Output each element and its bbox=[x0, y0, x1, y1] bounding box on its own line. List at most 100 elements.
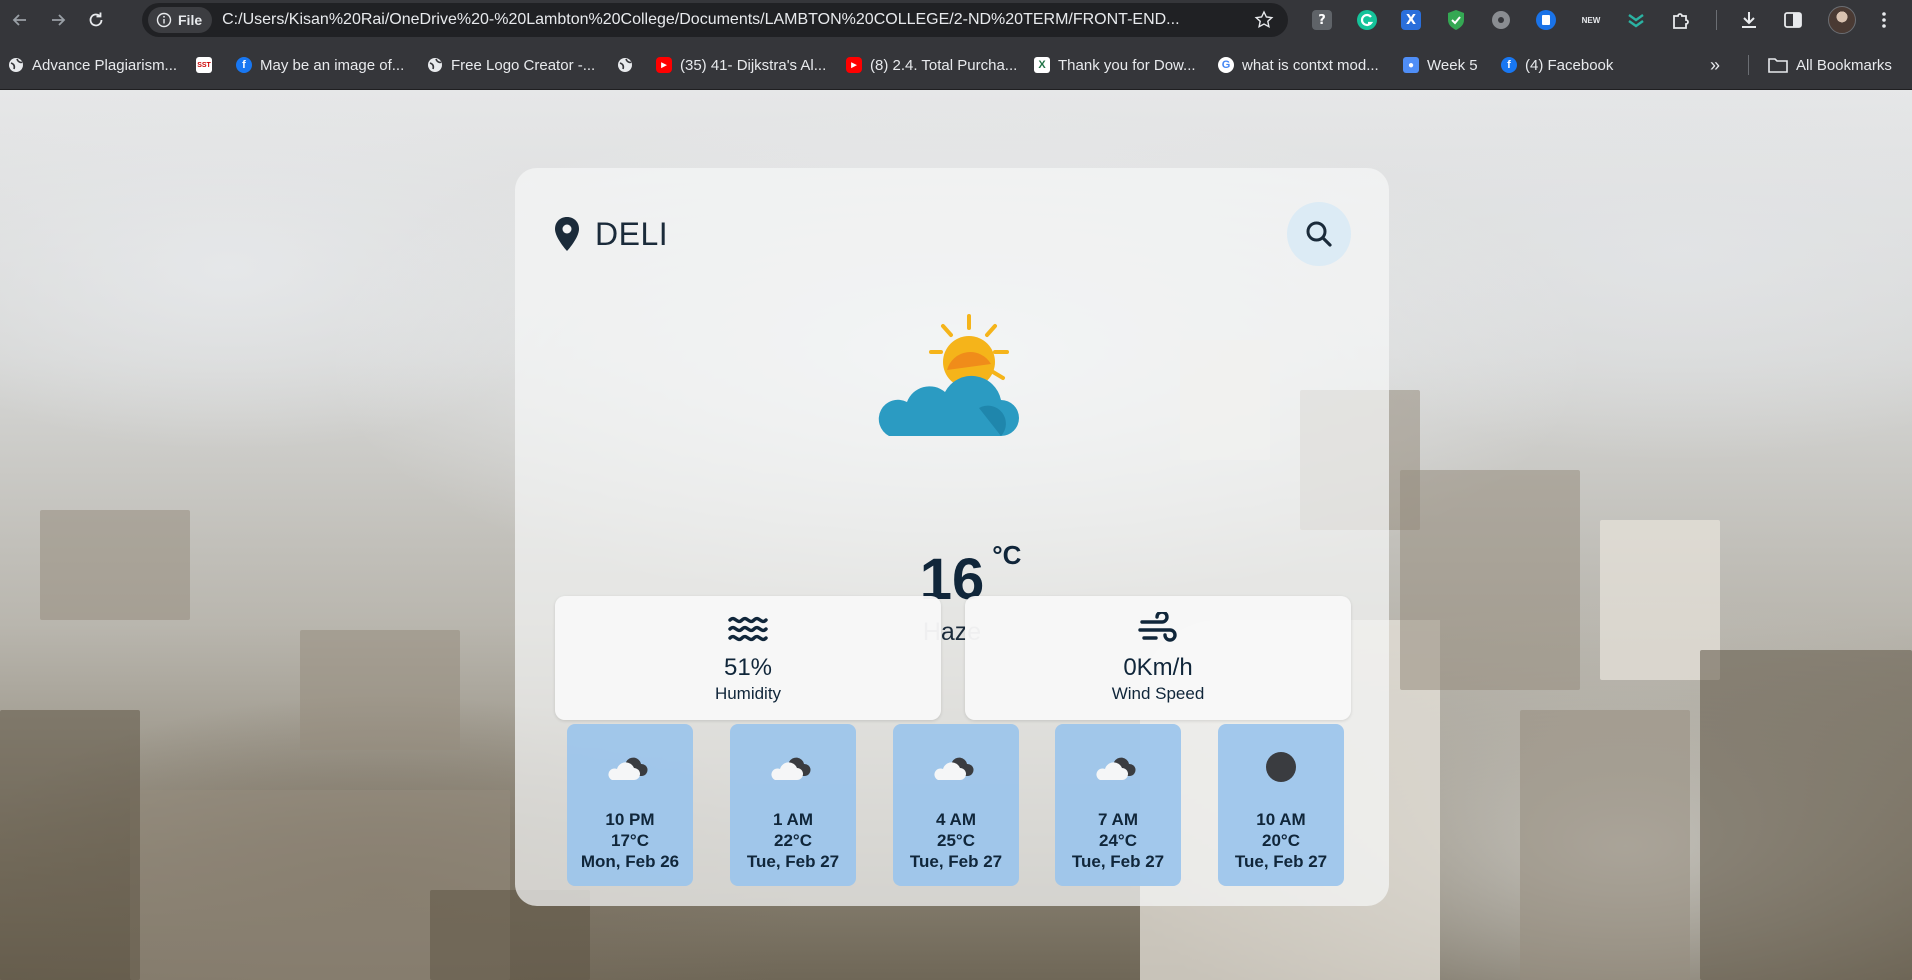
reload-button[interactable] bbox=[78, 2, 114, 38]
page-viewport: DELI 16 °C Haze 51% Humidity 0Km/h Wind … bbox=[0, 90, 1912, 980]
forecast-time: 1 AM bbox=[773, 810, 813, 829]
search-button[interactable] bbox=[1287, 202, 1351, 266]
back-arrow-icon bbox=[12, 14, 26, 26]
site-info-chip[interactable]: File bbox=[148, 7, 213, 33]
forecast-time: 10 AM bbox=[1256, 810, 1306, 829]
sst-icon: SST bbox=[196, 57, 212, 73]
bookmark-item[interactable]: Advance Plagiarism... bbox=[8, 55, 177, 75]
address-bar[interactable]: File C:/Users/Kisan%20Rai/OneDrive%20-%2… bbox=[142, 3, 1288, 37]
forecast-time: 10 PM bbox=[605, 810, 655, 829]
pin-ext-icon[interactable] bbox=[1624, 8, 1648, 32]
back-button[interactable] bbox=[2, 2, 38, 38]
bookmark-label: Thank you for Dow... bbox=[1058, 56, 1196, 74]
music-icon[interactable] bbox=[1489, 8, 1513, 32]
bookmark-item[interactable]: ▶ (8) 2.4. Total Purcha... bbox=[846, 55, 1017, 75]
download-arrow-icon bbox=[1742, 12, 1756, 28]
all-bookmarks-button[interactable]: All Bookmarks bbox=[1768, 55, 1892, 75]
avatar[interactable] bbox=[1828, 6, 1856, 34]
wind-speed-label: Wind Speed bbox=[1111, 684, 1205, 703]
bookmark-item[interactable]: G what is contxt mod... bbox=[1218, 55, 1379, 75]
cloud-icon bbox=[934, 757, 974, 780]
wind-speed-value: 0Km/h bbox=[1123, 654, 1193, 681]
bookmark-item[interactable]: ▶ (35) 41- Dijkstra's Al... bbox=[656, 55, 826, 75]
forecast-temp: 22°C bbox=[774, 831, 812, 850]
cloud-icon bbox=[608, 757, 648, 780]
info-icon bbox=[156, 12, 172, 28]
shield-check-icon[interactable] bbox=[1444, 8, 1468, 32]
waves-icon bbox=[728, 616, 768, 642]
bookmarks-overflow-button[interactable]: » bbox=[1710, 55, 1720, 75]
forecast-card: 7 AM 24°C Tue, Feb 27 bbox=[1055, 724, 1181, 886]
all-bookmarks-label: All Bookmarks bbox=[1796, 56, 1892, 74]
forecast-date: Tue, Feb 27 bbox=[1071, 852, 1165, 871]
humidity-value: 51% bbox=[723, 654, 773, 681]
music-logo-icon bbox=[1492, 11, 1510, 29]
browser-toolbar: File C:/Users/Kisan%20Rai/OneDrive%20-%2… bbox=[0, 0, 1912, 40]
forecast-temp: 24°C bbox=[1099, 831, 1137, 850]
temperature-unit: °C bbox=[992, 540, 1022, 570]
forecast-date: Tue, Feb 27 bbox=[1234, 852, 1328, 871]
forecast-temp: 17°C bbox=[611, 831, 649, 850]
forecast-time: 7 AM bbox=[1098, 810, 1138, 829]
puzzle-logo-icon bbox=[1673, 13, 1689, 29]
forecast-date: Tue, Feb 27 bbox=[909, 852, 1003, 871]
bookmark-star-icon[interactable] bbox=[1254, 10, 1274, 30]
x-ext-icon[interactable]: X bbox=[1399, 8, 1423, 32]
shield-logo-icon bbox=[1448, 10, 1464, 30]
forecast-card: 4 AM 25°C Tue, Feb 27 bbox=[893, 724, 1019, 886]
kebab-dots-icon bbox=[1882, 12, 1886, 28]
side-panel-glyph-icon bbox=[1784, 12, 1802, 28]
grammarly-icon[interactable] bbox=[1355, 8, 1379, 32]
folder-icon bbox=[1768, 58, 1788, 73]
bookmark-item[interactable]: Free Logo Creator -... bbox=[427, 55, 595, 75]
google-icon: G bbox=[1218, 57, 1234, 73]
download-icon[interactable] bbox=[1737, 8, 1761, 32]
forecast-card: 10 PM 17°C Mon, Feb 26 bbox=[567, 724, 693, 886]
bookmarks-separator bbox=[1748, 55, 1749, 75]
side-panel-icon[interactable] bbox=[1781, 8, 1805, 32]
forecast-temp: 25°C bbox=[937, 831, 975, 850]
doc-icon[interactable] bbox=[1534, 8, 1558, 32]
menu-kebab-icon[interactable] bbox=[1872, 8, 1896, 32]
youtube-icon: ▶ bbox=[846, 57, 862, 73]
site-chip-label: File bbox=[178, 12, 203, 28]
dark-circle-icon bbox=[1266, 752, 1296, 782]
forecast-time: 4 AM bbox=[936, 810, 976, 829]
puzzle-icon[interactable] bbox=[1669, 8, 1693, 32]
bookmark-label: what is contxt mod... bbox=[1242, 56, 1379, 74]
youtube-icon: ▶ bbox=[656, 57, 672, 73]
partly-cloudy-icon bbox=[878, 314, 1019, 436]
city-name: DELI bbox=[595, 216, 669, 252]
forecast-date: Tue, Feb 27 bbox=[746, 852, 840, 871]
bookmark-item[interactable]: f (4) Facebook bbox=[1501, 55, 1613, 75]
bookmark-label: May be an image of... bbox=[260, 56, 405, 74]
humidity-label: Humidity bbox=[714, 684, 782, 703]
globe-icon bbox=[427, 57, 443, 73]
person-icon: ● bbox=[1403, 57, 1419, 73]
bookmark-item[interactable] bbox=[617, 55, 633, 75]
pin-ext-logo-icon bbox=[1628, 14, 1644, 28]
cloud-icon bbox=[1096, 757, 1136, 780]
bookmark-item[interactable]: ● Week 5 bbox=[1403, 55, 1478, 75]
bookmark-label: Advance Plagiarism... bbox=[32, 56, 178, 74]
forward-button[interactable] bbox=[40, 2, 76, 38]
question-icon[interactable]: ? bbox=[1310, 8, 1334, 32]
double-chevron-icon: » bbox=[1710, 54, 1721, 75]
bookmark-label: (35) 41- Dijkstra's Al... bbox=[680, 56, 827, 74]
url-text[interactable]: C:/Users/Kisan%20Rai/OneDrive%20-%20Lamb… bbox=[222, 11, 1232, 29]
reload-icon bbox=[89, 12, 103, 27]
new-badge-icon[interactable]: NEW bbox=[1579, 8, 1603, 32]
bookmark-item[interactable]: f May be an image of... bbox=[236, 55, 404, 75]
bookmark-item[interactable]: SST bbox=[196, 55, 212, 75]
bookmark-label: Free Logo Creator -... bbox=[451, 56, 596, 74]
wind-card: 0Km/h Wind Speed bbox=[965, 596, 1351, 720]
bookmark-item[interactable]: X Thank you for Dow... bbox=[1034, 55, 1196, 75]
bookmark-label: Week 5 bbox=[1427, 56, 1478, 74]
weather-card: DELI 16 °C Haze 51% Humidity 0Km/h Wind … bbox=[515, 168, 1389, 906]
bookmark-label: (4) Facebook bbox=[1525, 56, 1614, 74]
facebook-icon: f bbox=[236, 57, 252, 73]
forecast-date: Mon, Feb 26 bbox=[580, 852, 680, 871]
facebook-icon: f bbox=[1501, 57, 1517, 73]
globe-icon bbox=[617, 57, 633, 73]
grammarly-logo-icon bbox=[1357, 10, 1377, 30]
